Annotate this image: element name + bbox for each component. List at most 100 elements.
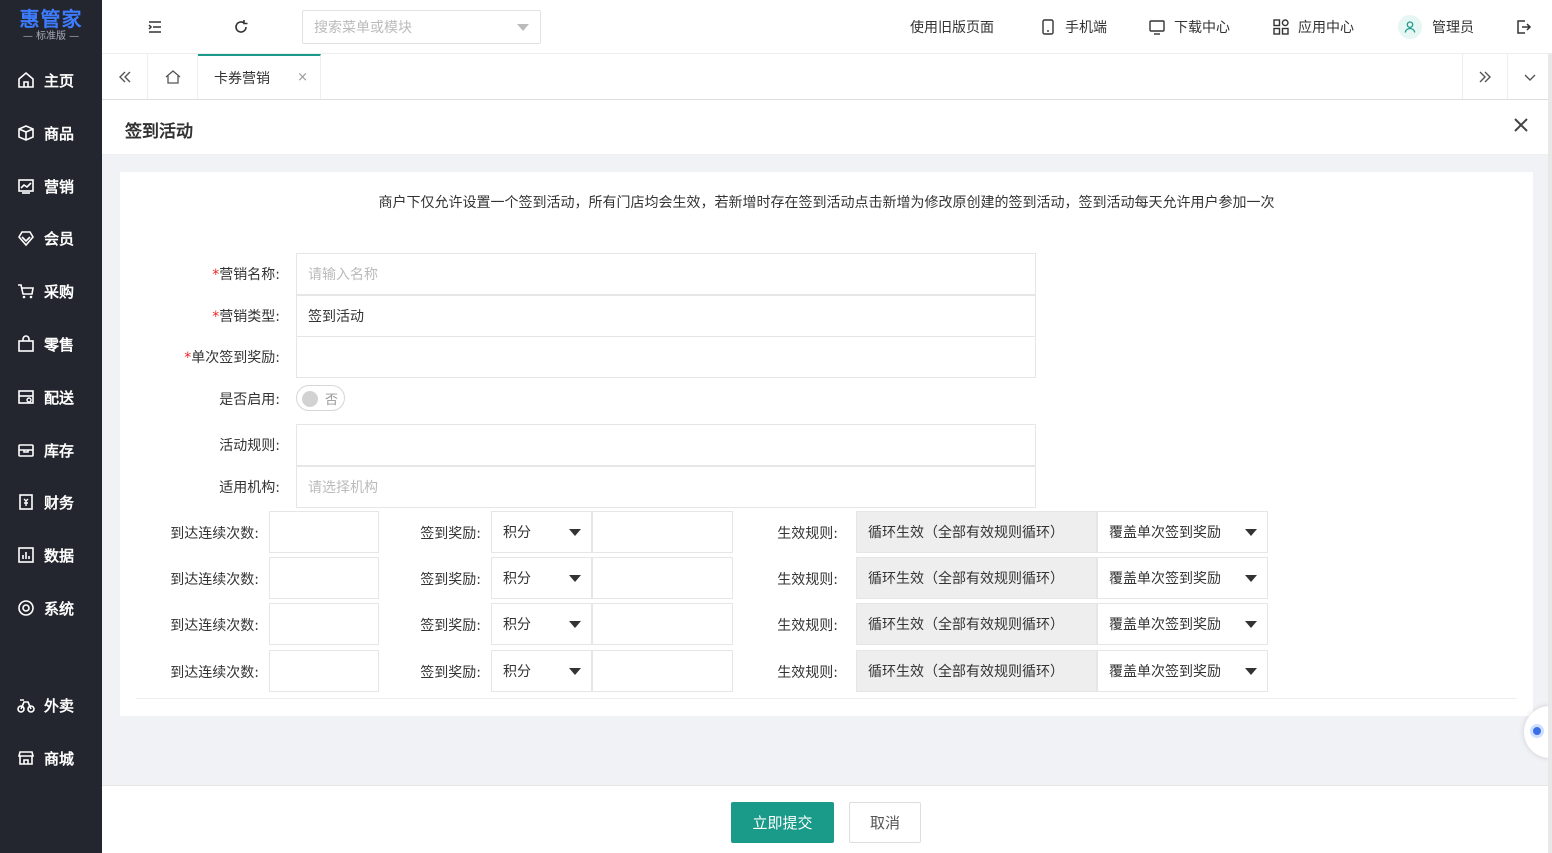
marketing-name-input[interactable]: 请输入名称: [296, 253, 1036, 295]
divider: [136, 698, 1517, 699]
tier-reward-type-select[interactable]: 积分: [491, 603, 592, 645]
tier-override-select[interactable]: 覆盖单次签到奖励: [1097, 557, 1268, 599]
home-icon: [18, 71, 34, 88]
tier-count-input[interactable]: [269, 603, 379, 645]
tier-reward-type-select[interactable]: 积分: [491, 557, 592, 599]
diamond-icon: [18, 231, 34, 247]
sidebar-item-label: 财务: [44, 493, 75, 512]
effect-rule-value: 循环生效（全部有效规则循环）: [868, 664, 1064, 680]
sidebar-item-label: 会员: [44, 229, 75, 248]
tier-reward-label: 签到奖励:: [420, 665, 481, 681]
tier-reward-type-select[interactable]: 积分: [491, 511, 592, 553]
old-page-link[interactable]: 使用旧版页面: [910, 0, 994, 54]
sidebar-item-label: 配送: [44, 388, 75, 407]
tier-reward-type-select[interactable]: 积分: [491, 650, 592, 692]
org-select[interactable]: 请选择机构: [296, 466, 1036, 508]
tier-effect-label: 生效规则:: [777, 618, 838, 634]
close-icon[interactable]: ×: [297, 70, 308, 85]
bike-icon: [17, 699, 35, 713]
finance-icon: [19, 494, 33, 510]
tier-effect-label: 生效规则:: [777, 665, 838, 681]
sidebar-item-finance[interactable]: 财务: [0, 482, 102, 522]
sidebar-item-label: 采购: [44, 282, 75, 301]
sidebar-item-label: 营销: [44, 177, 75, 196]
download-center-link[interactable]: 下载中心: [1148, 0, 1230, 54]
tabs-scroll-left-button[interactable]: [102, 54, 148, 99]
enable-toggle[interactable]: 否: [296, 385, 345, 411]
refresh-icon: [235, 20, 248, 33]
tier-reward-label: 签到奖励:: [420, 572, 481, 588]
sidebar-item-label: 主页: [44, 71, 75, 90]
menu-search-select[interactable]: 搜索菜单或模块: [302, 10, 541, 44]
tier-count-label: 到达连续次数:: [170, 526, 259, 542]
tab-bar: 卡券营销 ×: [102, 54, 1552, 100]
activity-rules-input[interactable]: [296, 424, 1036, 466]
mobile-link[interactable]: 手机端: [1039, 0, 1107, 54]
tier-reward-value-input[interactable]: [592, 650, 733, 692]
tier-count-input[interactable]: [269, 511, 379, 553]
toggle-state: 否: [325, 393, 339, 408]
tab-home[interactable]: [148, 54, 198, 99]
effect-rule-value: 循环生效（全部有效规则循环）: [868, 571, 1064, 587]
effect-rule-value: 循环生效（全部有效规则循环）: [868, 617, 1064, 633]
sidebar-item-label: 零售: [44, 335, 75, 354]
refresh-button[interactable]: [232, 0, 258, 54]
sidebar-item-goods[interactable]: 商品: [0, 113, 102, 153]
sidebar-item-home[interactable]: 主页: [0, 60, 102, 100]
sidebar-item-label: 商品: [44, 124, 75, 143]
name-label-text: 营销名称:: [219, 267, 280, 283]
user-icon: [1404, 21, 1416, 33]
tier-override-select[interactable]: 覆盖单次签到奖励: [1097, 511, 1268, 553]
tier-effect-rule-field: 循环生效（全部有效规则循环）: [856, 603, 1097, 645]
sidebar-item-system[interactable]: 系统: [0, 588, 102, 628]
select-value: 覆盖单次签到奖励: [1109, 525, 1221, 541]
logout-button[interactable]: [1514, 0, 1540, 54]
tier-override-select[interactable]: 覆盖单次签到奖励: [1097, 603, 1268, 645]
caret-down-icon: [1245, 668, 1257, 675]
cancel-button[interactable]: 取消: [849, 802, 921, 843]
tier-effect-rule-field: 循环生效（全部有效规则循环）: [856, 557, 1097, 599]
caret-down-icon: [1245, 575, 1257, 582]
tier-count-input[interactable]: [269, 650, 379, 692]
tier-reward-value-input[interactable]: [592, 603, 733, 645]
chevron-down-icon: [1524, 74, 1536, 81]
tabs-scroll-right-button[interactable]: [1462, 54, 1508, 99]
tier-reward-label: 签到奖励:: [420, 618, 481, 634]
sidebar-item-retail[interactable]: 零售: [0, 324, 102, 364]
download-center-label: 下载中心: [1174, 20, 1230, 36]
sidebar-item-data[interactable]: 数据: [0, 535, 102, 575]
user-menu[interactable]: 管理员: [1398, 0, 1474, 54]
tab-coupon-marketing[interactable]: 卡券营销 ×: [198, 54, 321, 99]
sidebar-item-purchase[interactable]: 采购: [0, 271, 102, 311]
app-center-label: 应用中心: [1298, 20, 1354, 36]
app-center-link[interactable]: 应用中心: [1272, 0, 1354, 54]
type-value: 签到活动: [308, 309, 364, 325]
sidebar-item-inventory[interactable]: 库存: [0, 430, 102, 470]
page-title: 签到活动: [125, 122, 193, 142]
close-icon[interactable]: [1510, 114, 1532, 136]
menu-toggle-button[interactable]: [146, 0, 172, 54]
sidebar-item-delivery[interactable]: 配送: [0, 377, 102, 417]
select-value: 覆盖单次签到奖励: [1109, 617, 1221, 633]
user-name: 管理员: [1432, 20, 1474, 36]
tabs-more-button[interactable]: [1508, 54, 1552, 99]
tier-reward-value-input[interactable]: [592, 511, 733, 553]
sidebar-item-member[interactable]: 会员: [0, 218, 102, 258]
submit-button[interactable]: 立即提交: [731, 802, 834, 843]
name-placeholder: 请输入名称: [308, 267, 378, 283]
tier-override-select[interactable]: 覆盖单次签到奖励: [1097, 650, 1268, 692]
tier-effect-rule-field: 循环生效（全部有效规则循环）: [856, 511, 1097, 553]
sidebar-item-takeout[interactable]: 外卖: [0, 685, 102, 725]
tier-effect-label: 生效规则:: [777, 526, 838, 542]
tier-count-input[interactable]: [269, 557, 379, 599]
logo[interactable]: 惠管家 — 标准版 —: [0, 0, 102, 52]
select-value: 覆盖单次签到奖励: [1109, 664, 1221, 680]
single-reward-input[interactable]: [296, 336, 1036, 378]
data-icon: [18, 547, 34, 563]
scrollbar[interactable]: [1548, 54, 1552, 853]
delivery-icon: [18, 390, 34, 404]
sidebar-item-marketing[interactable]: 营销: [0, 166, 102, 206]
sidebar-item-mall[interactable]: 商城: [0, 738, 102, 778]
tier-count-label: 到达连续次数:: [170, 665, 259, 681]
tier-reward-value-input[interactable]: [592, 557, 733, 599]
